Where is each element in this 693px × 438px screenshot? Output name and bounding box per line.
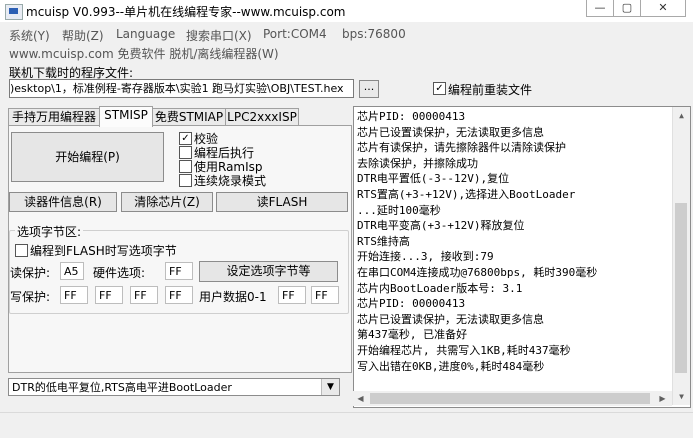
reload-label: 编程前重装文件 [448, 83, 533, 97]
user-data-field[interactable]: FF [311, 286, 339, 304]
hw-option-label: 硬件选项: [93, 266, 146, 280]
minimize-button[interactable]: — [586, 0, 614, 17]
log-vertical-scrollbar[interactable]: ▲ ▼ [672, 107, 690, 405]
tab-stmisp[interactable]: STMISP [99, 106, 153, 127]
app-icon [5, 4, 23, 20]
maximize-button[interactable]: ▢ [613, 0, 641, 17]
tab-lpc2xxxisp[interactable]: LPC2xxxISP [225, 108, 299, 126]
continuous-mode-label: 连续烧录模式 [194, 174, 267, 188]
log-line: 开始编程芯片, 共需写入1KB,耗时437毫秒 [357, 343, 571, 357]
scroll-thumb[interactable] [370, 393, 650, 404]
user-data-value: FF [282, 289, 295, 302]
write-option-bytes-checkbox[interactable] [15, 244, 28, 257]
log-line: RTS维持高 [357, 234, 410, 248]
log-line: RTS置高(+3-+12V),选择进入BootLoader [357, 187, 576, 201]
read-protect-field[interactable]: A5 [60, 262, 84, 280]
menu-help[interactable]: 帮助(Z) [62, 27, 104, 44]
write-protect-value: FF [99, 289, 112, 302]
log-line: 芯片PID: 00000413 [357, 110, 466, 123]
tab-handheld[interactable]: 手持万用编程器 [8, 108, 100, 126]
write-option-bytes-label: 编程到FLASH时写选项字节 [30, 244, 177, 258]
scroll-left-icon[interactable]: ◀ [353, 391, 368, 406]
hw-option-field[interactable]: FF [165, 262, 193, 280]
user-data-label: 用户数据0-1 [199, 290, 267, 304]
erase-chip-button[interactable]: 清除芯片(Z) [121, 192, 213, 212]
log-line: 开始连接...3, 接收到:79 [357, 250, 494, 264]
close-icon: ✕ [658, 1, 668, 14]
close-button[interactable]: ✕ [640, 0, 686, 17]
start-program-button[interactable]: 开始编程(P) [11, 132, 164, 182]
log-line: ...延时100毫秒 [357, 203, 441, 217]
reload-checkbox[interactable]: ✓ [433, 82, 446, 95]
write-protect-label: 写保护: [10, 290, 51, 304]
menu-offline-programmer[interactable]: www.mcuisp.com 免费软件 脱机/离线编程器(W) [9, 45, 279, 62]
scroll-down-icon[interactable]: ▼ [673, 388, 690, 405]
file-path-text: )esktop\1，标准例程-寄存器版本\实验1 跑马灯实验\OBJ\TEST.… [10, 82, 344, 95]
menu-system[interactable]: 系统(Y) [9, 27, 50, 44]
scroll-thumb[interactable] [675, 203, 687, 373]
check-icon: ✓ [435, 83, 444, 94]
browse-button[interactable]: ... [359, 80, 379, 98]
dtr-rts-select-value: DTR的低电平复位,RTS高电平进BootLoader [12, 381, 232, 394]
log-line: 第437毫秒, 已准备好 [357, 328, 468, 342]
dtr-rts-select[interactable]: DTR的低电平复位,RTS高电平进BootLoader ▼ [8, 378, 340, 396]
use-ramisp-checkbox[interactable] [179, 160, 192, 173]
write-protect-value: FF [64, 289, 77, 302]
read-protect-label: 读保护: [10, 266, 51, 280]
read-device-info-button[interactable]: 读器件信息(R) [9, 192, 117, 212]
continuous-mode-checkbox[interactable] [179, 174, 192, 187]
write-protect-value: FF [134, 289, 147, 302]
title-bar: mcuisp V0.993--单片机在线编程专家--www.mcuisp.com… [0, 0, 693, 22]
maximize-icon: ▢ [621, 1, 633, 14]
log-line: 芯片有读保护，请先擦除器件以清除读保护 [357, 141, 566, 155]
hw-option-value: FF [169, 265, 182, 278]
set-option-bytes-button[interactable]: 设定选项字节等 [199, 261, 338, 282]
user-data-field[interactable]: FF [278, 286, 306, 304]
stmisp-panel: 开始编程(P) ✓ 校验 编程后执行 使用RamIsp 连续烧录模式 读器件信息… [8, 125, 352, 373]
menu-port[interactable]: Port:COM4 [263, 27, 327, 41]
scroll-right-icon[interactable]: ▶ [655, 391, 670, 406]
window-title: mcuisp V0.993--单片机在线编程专家--www.mcuisp.com [26, 5, 346, 19]
status-bar [0, 412, 693, 438]
file-path-field[interactable]: )esktop\1，标准例程-寄存器版本\实验1 跑马灯实验\OBJ\TEST.… [9, 79, 354, 98]
log-line: 芯片内BootLoader版本号: 3.1 [357, 281, 523, 295]
menu-bar: 系统(Y) 帮助(Z) Language 搜索串口(X) Port:COM4 b… [0, 24, 693, 64]
log-lines: 芯片PID: 00000413 芯片已设置读保护，无法读取更多信息 芯片有读保护… [357, 109, 667, 374]
log-horizontal-scrollbar[interactable]: ◀ ▶ [353, 391, 672, 406]
log-output[interactable]: 芯片PID: 00000413 芯片已设置读保护，无法读取更多信息 芯片有读保护… [353, 106, 691, 408]
run-after-program-checkbox[interactable] [179, 146, 192, 159]
user-data-value: FF [315, 289, 328, 302]
write-protect-field[interactable]: FF [60, 286, 88, 304]
scroll-up-icon[interactable]: ▲ [673, 107, 690, 124]
tab-stmiap[interactable]: 免费STMIAP [152, 108, 226, 126]
menu-search-port[interactable]: 搜索串口(X) [186, 27, 252, 44]
chevron-down-icon[interactable]: ▼ [321, 379, 339, 395]
log-line: 在串口COM4连接成功@76800bps, 耗时390毫秒 [357, 265, 598, 279]
main-window: mcuisp V0.993--单片机在线编程专家--www.mcuisp.com… [0, 0, 693, 438]
menu-language[interactable]: Language [116, 27, 175, 41]
log-line: 芯片已设置读保护，无法读取更多信息 [357, 125, 544, 139]
write-protect-field[interactable]: FF [130, 286, 158, 304]
log-line: 芯片PID: 00000413 [357, 297, 466, 311]
log-line: 写入出错在0KB,进度0%,耗时484毫秒 [357, 359, 545, 373]
write-protect-value: FF [169, 289, 182, 302]
log-line: 去除读保护，并擦除成功 [357, 156, 478, 170]
write-protect-field[interactable]: FF [165, 286, 193, 304]
verify-checkbox[interactable]: ✓ [179, 132, 192, 145]
log-line: 芯片已设置读保护，无法读取更多信息 [357, 312, 544, 326]
write-protect-field[interactable]: FF [95, 286, 123, 304]
read-protect-value: A5 [64, 265, 79, 278]
menu-bps[interactable]: bps:76800 [342, 27, 406, 41]
minimize-icon: — [594, 1, 606, 14]
option-bytes-group-label: 选项字节区: [15, 223, 84, 240]
read-flash-button[interactable]: 读FLASH [216, 192, 348, 212]
check-icon: ✓ [181, 133, 190, 144]
log-line: DTR电平置低(-3--12V),复位 [357, 172, 510, 186]
log-line: DTR电平变高(+3-+12V)释放复位 [357, 219, 525, 233]
